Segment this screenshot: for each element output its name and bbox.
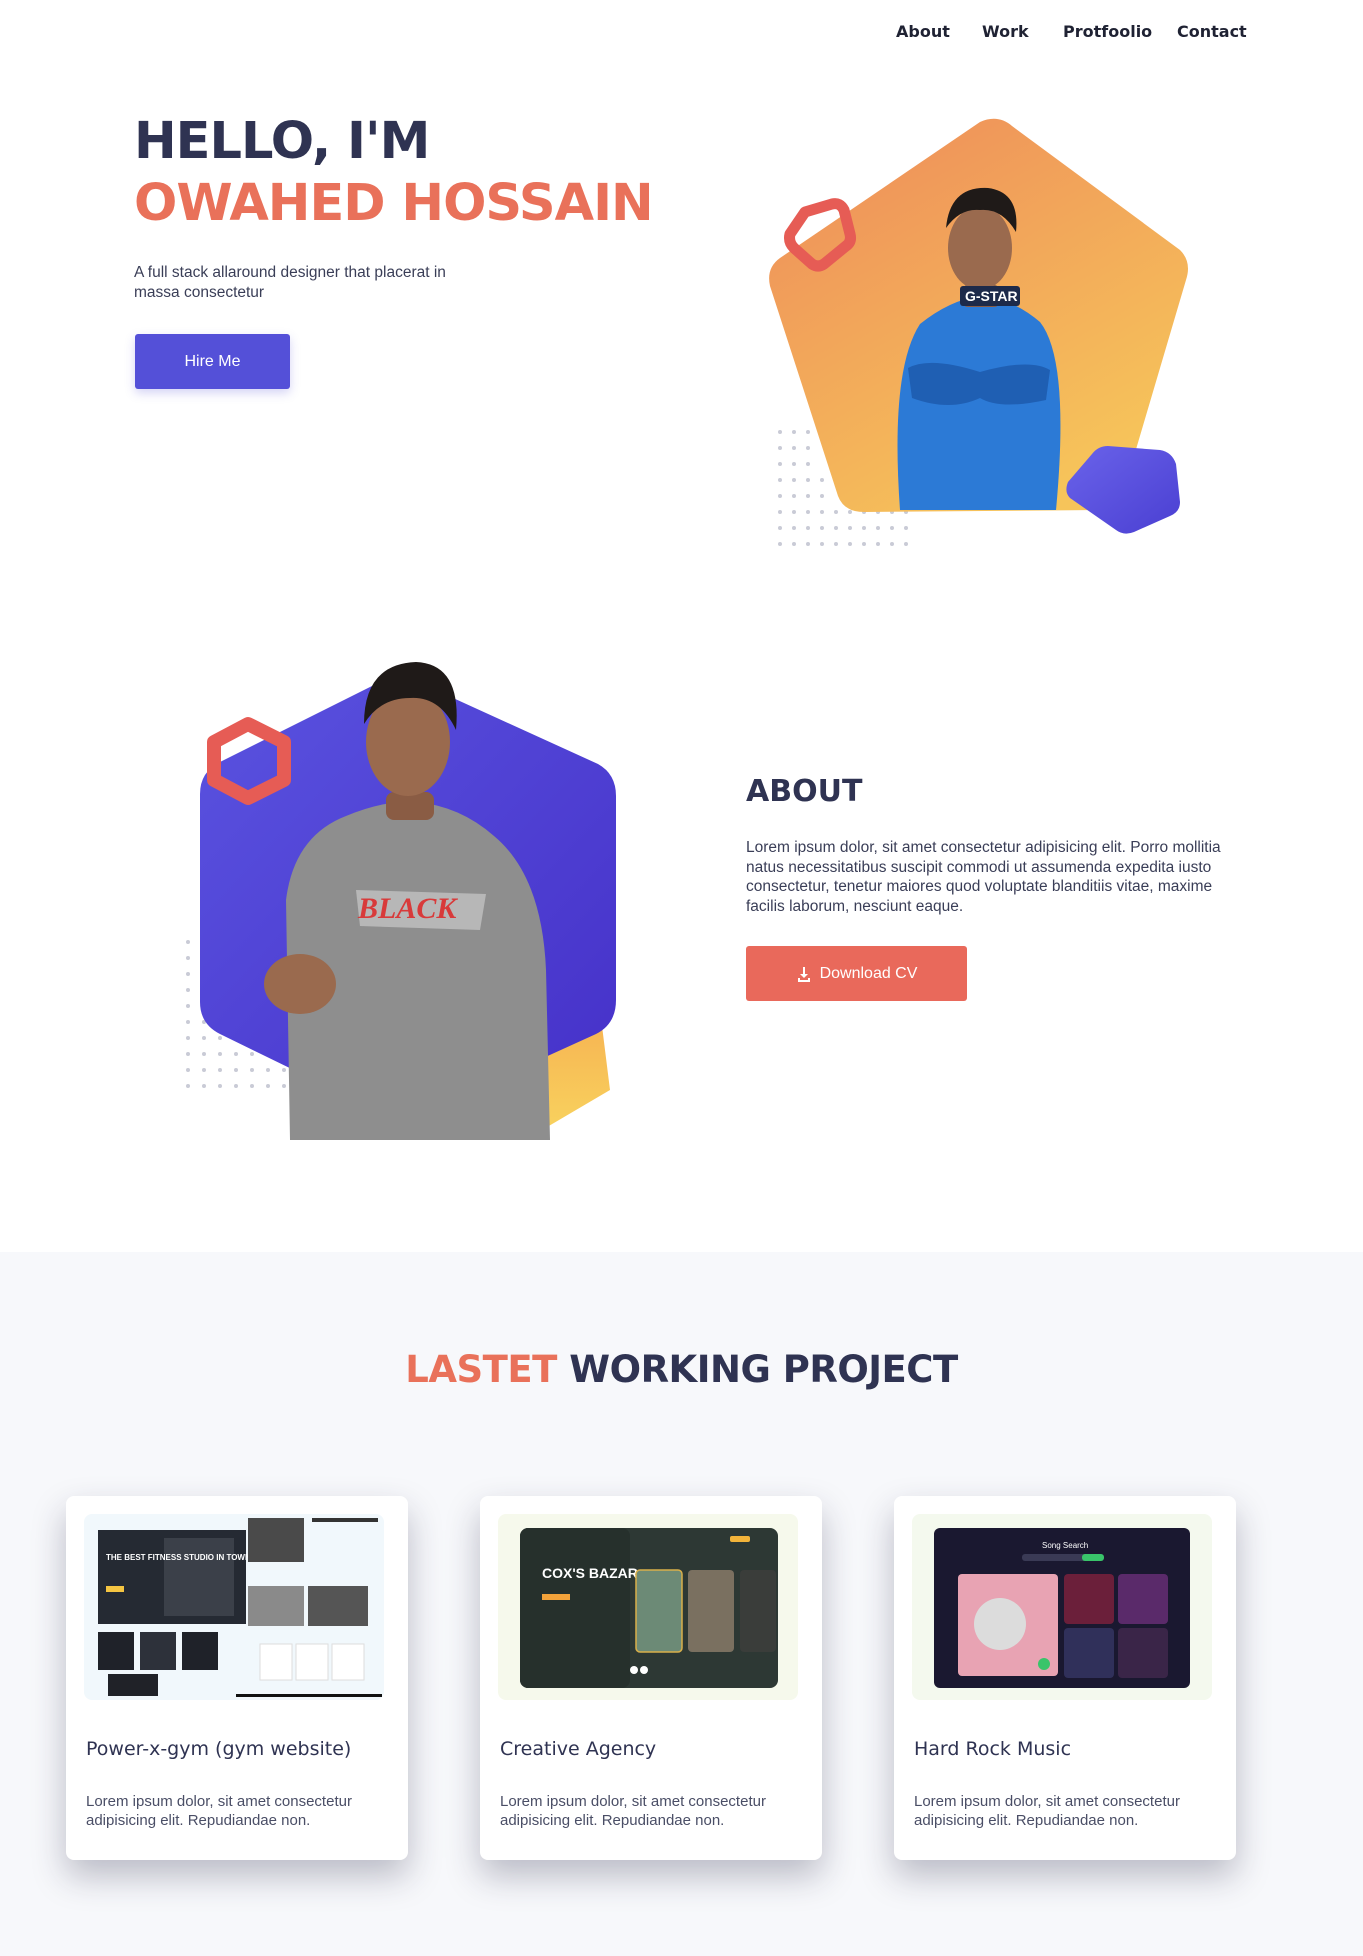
about-portrait-graphic: BLACK: [186, 662, 616, 1140]
project-title[interactable]: Hard Rock Music: [914, 1738, 1071, 1760]
about-text: Lorem ipsum dolor, sit amet consectetur …: [746, 839, 1221, 915]
project-card-music[interactable]: Song Search Hard Rock Music Lorem ipsum …: [894, 1496, 1236, 1860]
svg-text:Song Search: Song Search: [1042, 1541, 1088, 1550]
hire-me-button[interactable]: Hire Me: [135, 334, 290, 389]
nav-portfolio-link[interactable]: Protfoolio: [1063, 22, 1152, 41]
hero-greeting: HELLO, I'M: [134, 112, 430, 171]
project-card-agency[interactable]: COX'S BAZAR Creative Agency Lorem ipsum …: [480, 1496, 822, 1860]
hero-name: OWAHED HOSSAIN: [134, 174, 654, 233]
svg-text:THE BEST FITNESS STUDIO IN TOW: THE BEST FITNESS STUDIO IN TOWN: [106, 1553, 251, 1562]
about-title: ABOUT: [746, 774, 863, 809]
project-thumbnail: THE BEST FITNESS STUDIO IN TOWN: [84, 1514, 384, 1700]
svg-text:G-STAR: G-STAR: [965, 288, 1018, 304]
project-thumbnail: COX'S BAZAR: [498, 1514, 798, 1700]
project-thumbnail: Song Search: [912, 1514, 1212, 1700]
projects-title-rest: WORKING PROJECT: [569, 1348, 958, 1391]
project-title[interactable]: Creative Agency: [500, 1738, 656, 1760]
hero-portrait-graphic: G-STAR: [769, 118, 1188, 546]
download-cv-label: Download CV: [819, 964, 918, 982]
svg-text:BLACK: BLACK: [357, 892, 458, 925]
project-card-gym[interactable]: THE BEST FITNESS STUDIO IN TOWN Power-x-…: [66, 1496, 408, 1860]
project-title[interactable]: Power-x-gym (gym website): [86, 1738, 351, 1760]
projects-title-accent: LASTET: [405, 1348, 557, 1391]
nav-about-link[interactable]: About: [896, 22, 950, 41]
project-description: Lorem ipsum dolor, sit amet consectetur …: [86, 1793, 352, 1829]
project-description: Lorem ipsum dolor, sit amet consectetur …: [500, 1793, 766, 1829]
project-description: Lorem ipsum dolor, sit amet consectetur …: [914, 1793, 1180, 1829]
projects-title: LASTET WORKING PROJECT: [0, 1348, 1363, 1391]
download-icon: [797, 966, 810, 982]
nav-work-link[interactable]: Work: [982, 22, 1029, 41]
nav-contact-link[interactable]: Contact: [1177, 22, 1247, 41]
hero-description: A full stack allaround designer that pla…: [134, 264, 446, 301]
top-nav: About Work Protfoolio Contact: [0, 18, 1363, 48]
svg-text:COX'S BAZAR: COX'S BAZAR: [542, 1565, 638, 1581]
download-cv-button[interactable]: Download CV: [746, 946, 967, 1001]
